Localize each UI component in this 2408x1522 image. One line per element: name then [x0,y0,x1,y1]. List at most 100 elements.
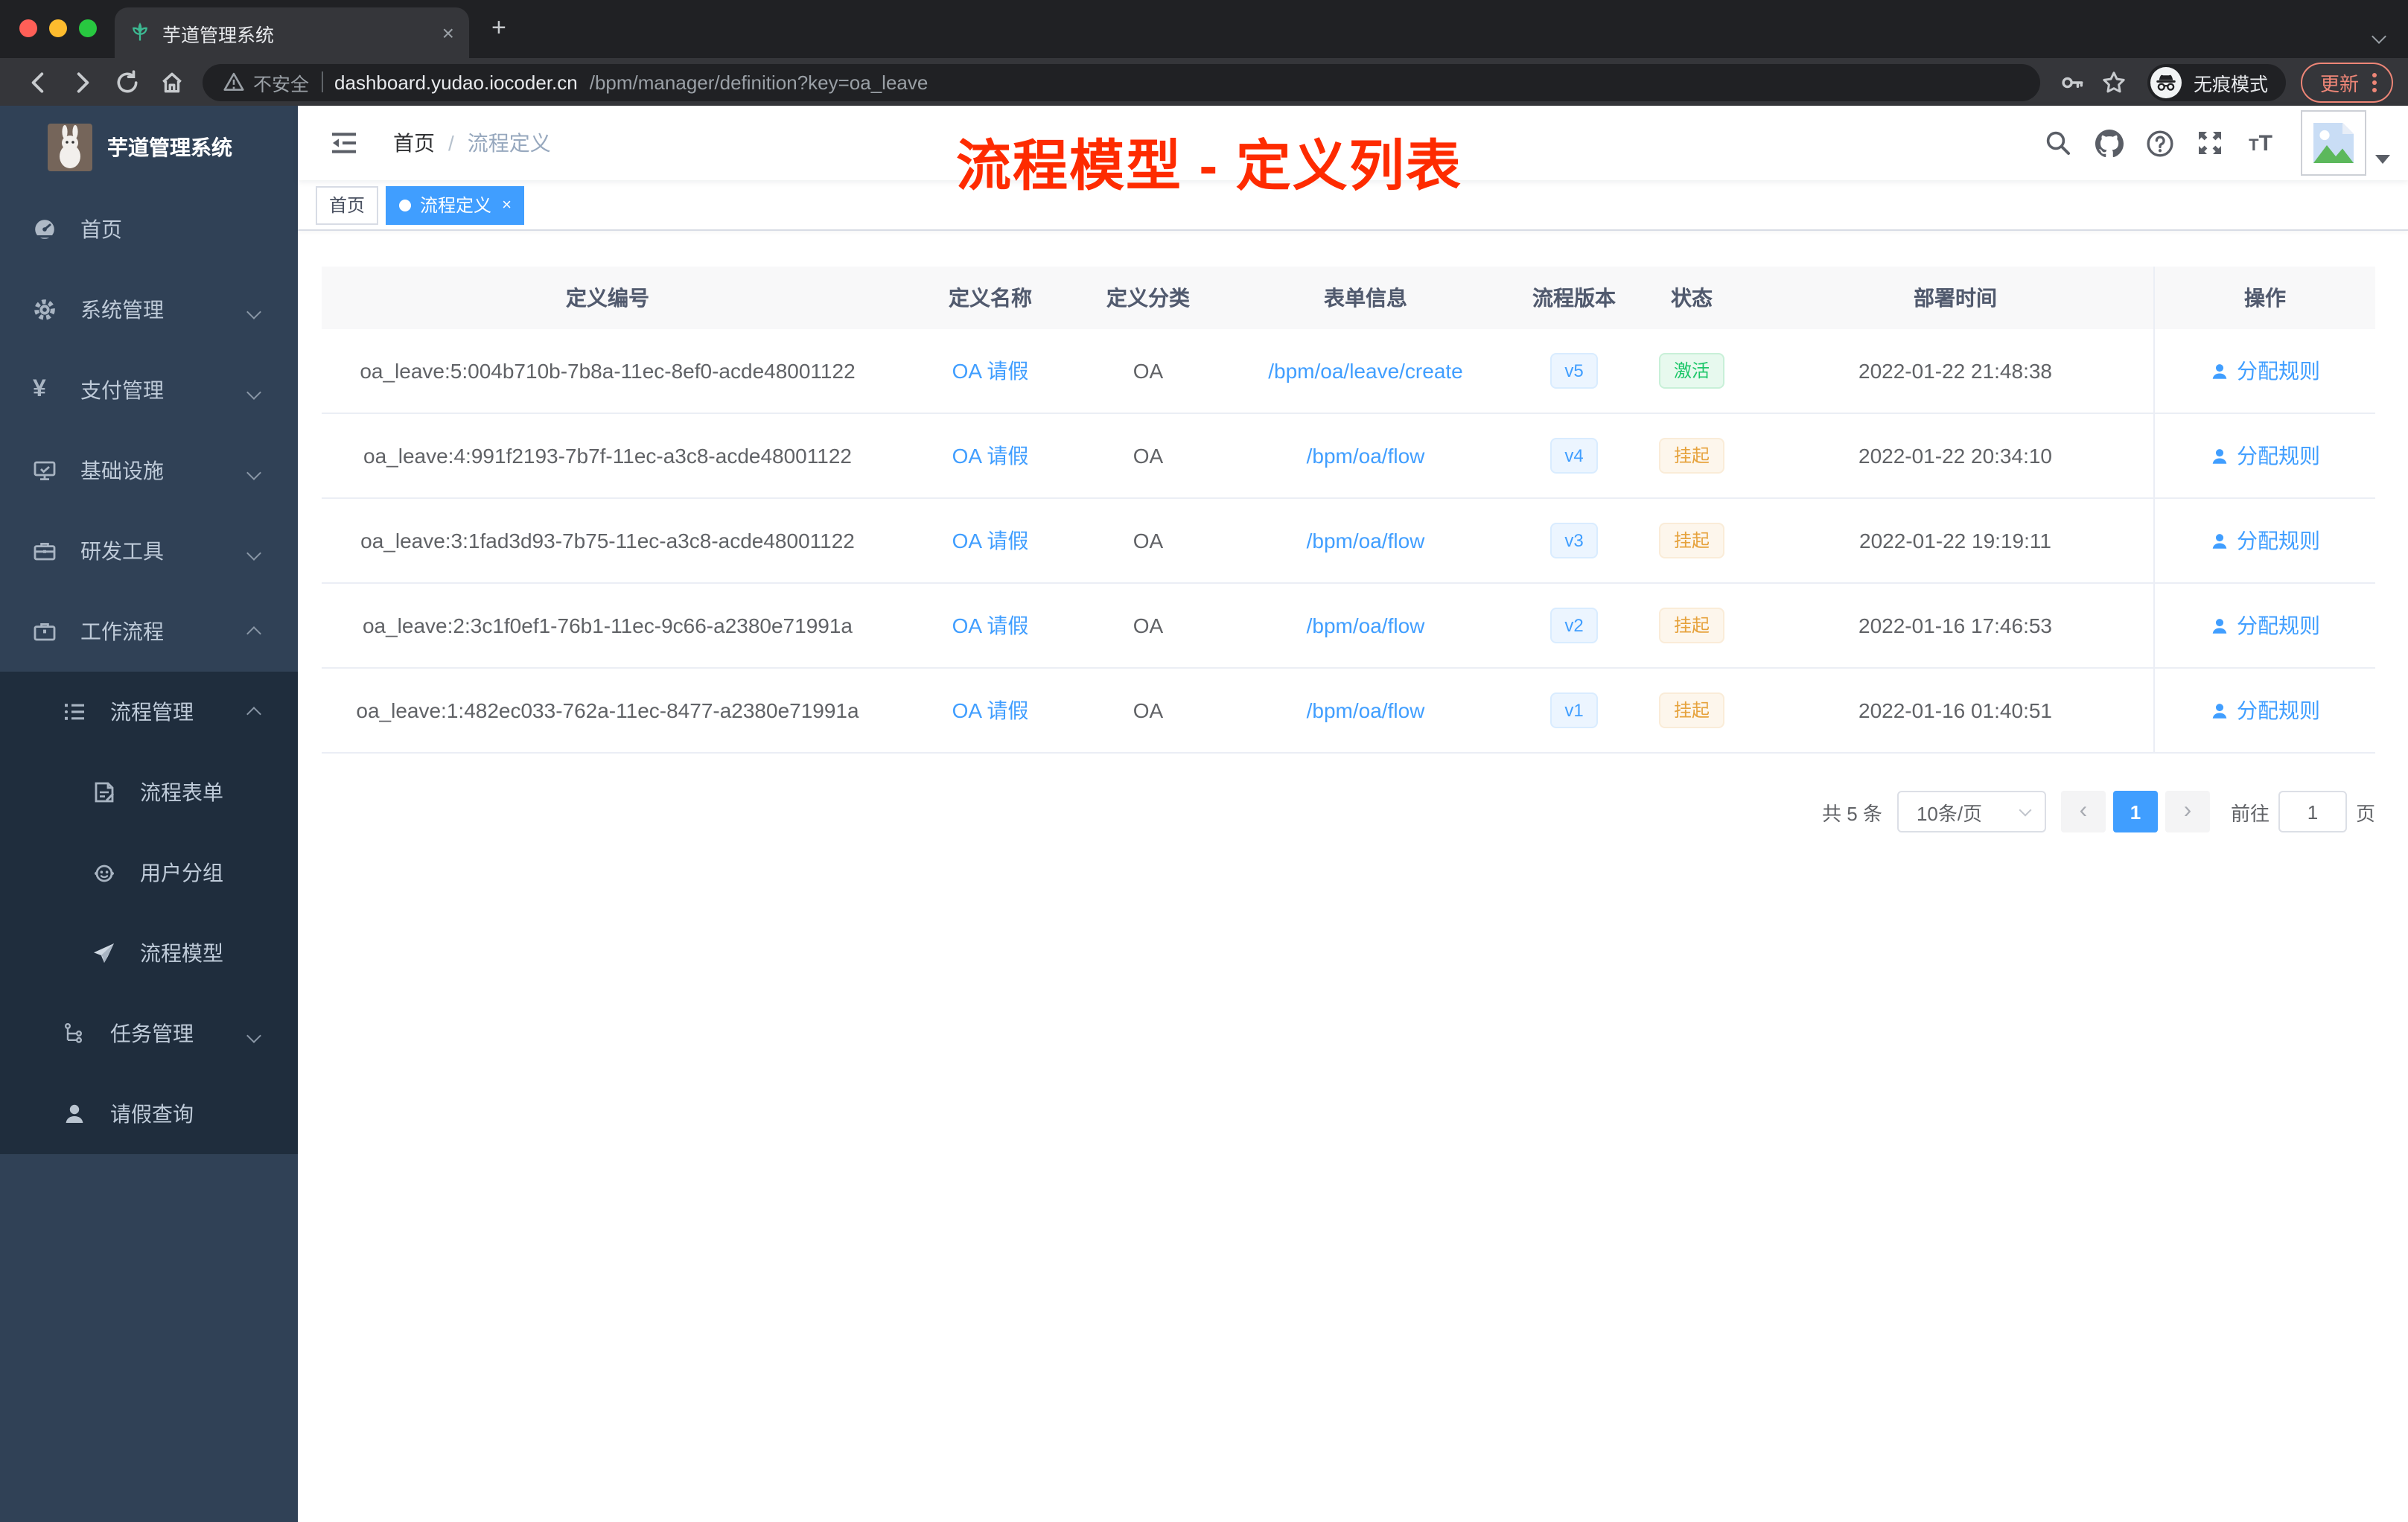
bookmark-star-icon[interactable] [2094,69,2135,95]
password-key-icon[interactable] [2052,69,2094,95]
close-window-button[interactable] [19,19,37,37]
toolbox-icon [33,539,57,563]
breadcrumb: 首页 / 流程定义 [393,128,551,158]
form-link[interactable]: /bpm/oa/flow [1307,529,1425,553]
chevron-down-icon [246,539,261,563]
sidebar-item-process-form[interactable]: 流程表单 [0,752,298,832]
col-header-id: 定义编号 [566,286,649,310]
col-header-form: 表单信息 [1324,286,1407,310]
tab-search-chevron-icon[interactable] [2372,22,2386,49]
assign-rule-label: 分配规则 [2237,529,2320,553]
gear-icon [33,298,57,322]
tag-close-icon[interactable]: × [502,196,512,214]
sidebar-item-system[interactable]: 系统管理 [0,270,298,350]
definition-name-link[interactable]: OA 请假 [952,441,1029,471]
minimize-window-button[interactable] [49,19,67,37]
fullscreen-icon[interactable] [2185,130,2235,156]
tag-label: 流程定义 [420,195,492,216]
sidebar-item-payment[interactable]: ¥ 支付管理 [0,350,298,430]
table-row: oa_leave:3:1fad3d93-7b75-11ec-a3c8-acde4… [322,499,2375,584]
form-link[interactable]: /bpm/oa/flow [1307,614,1425,637]
chrome-update-button[interactable]: 更新 [2300,62,2393,102]
deploy-time: 2022-01-22 19:19:11 [1859,529,2051,553]
assign-rule-link[interactable]: 分配规则 [2210,611,2320,640]
app-logo-row[interactable]: 芋道管理系统 [0,106,298,189]
back-icon[interactable] [15,69,60,95]
home-icon[interactable] [149,69,194,95]
status-badge: 挂起 [1658,438,1724,474]
search-icon[interactable] [2033,130,2083,156]
assign-rule-link[interactable]: 分配规则 [2210,356,2320,386]
sidebar-item-dev-tools[interactable]: 研发工具 [0,511,298,591]
send-icon [92,941,116,965]
forward-icon[interactable] [60,69,104,95]
breadcrumb-current: 流程定义 [467,131,551,155]
briefcase-icon [33,620,57,643]
form-link[interactable]: /bpm/oa/leave/create [1268,359,1463,383]
sidebar-item-label: 系统管理 [80,298,164,322]
goto-page-input[interactable] [2278,791,2347,832]
col-header-status: 状态 [1671,286,1713,310]
page-number-button[interactable]: 1 [2112,791,2158,832]
zoom-window-button[interactable] [79,19,97,37]
sidebar-item-task-management[interactable]: 任务管理 [0,993,298,1074]
sidebar-item-label: 流程管理 [110,700,194,724]
sidebar-item-label: 流程模型 [140,941,223,965]
sidebar-item-process-management[interactable]: 流程管理 [0,672,298,752]
deploy-time: 2022-01-22 21:48:38 [1858,359,2052,383]
reload-icon[interactable] [104,69,149,95]
sidebar-item-leave-query[interactable]: 请假查询 [0,1074,298,1154]
sidebar-collapse-icon[interactable] [316,131,372,155]
assign-rule-label: 分配规则 [2237,698,2320,722]
page-content: 定义编号 定义名称 定义分类 表单信息 流程版本 状态 部署时间 操作 oa_l… [298,231,2408,832]
tag-home[interactable]: 首页 [316,185,379,224]
definition-name-link[interactable]: OA 请假 [952,695,1029,725]
definition-name-link[interactable]: OA 请假 [952,526,1029,555]
list-icon [63,700,86,724]
sidebar-item-label: 工作流程 [80,620,164,643]
table-row: oa_leave:5:004b710b-7b8a-11ec-8ef0-acde4… [322,329,2375,414]
definition-id: oa_leave:5:004b710b-7b8a-11ec-8ef0-acde4… [360,359,856,383]
tab-close-icon[interactable]: × [442,22,454,43]
assign-rule-link[interactable]: 分配规则 [2210,526,2320,555]
assign-rule-label: 分配规则 [2237,614,2320,637]
form-link[interactable]: /bpm/oa/flow [1307,698,1425,722]
avatar-caret-icon[interactable] [2375,155,2390,164]
sidebar-item-user-group[interactable]: 用户分组 [0,832,298,913]
github-icon[interactable] [2083,129,2134,157]
sidebar-item-process-model[interactable]: 流程模型 [0,913,298,993]
definition-name-link[interactable]: OA 请假 [952,611,1029,640]
tag-process-definition[interactable]: 流程定义 × [386,185,525,224]
sidebar-item-label: 支付管理 [80,378,164,402]
main-area: 流程模型 - 定义列表 首页 / 流程定义 TT 首页 流程定义 × 定义编号 … [298,106,2408,1522]
sidebar-item-infrastructure[interactable]: 基础设施 [0,430,298,511]
form-link[interactable]: /bpm/oa/flow [1307,444,1425,468]
chevron-down-icon [246,378,261,402]
new-tab-button[interactable]: + [491,13,506,43]
chevron-down-icon [246,298,261,322]
definition-category: OA [1133,359,1164,383]
assign-rule-link[interactable]: 分配规则 [2210,695,2320,725]
page-size-select[interactable]: 10条/页 [1896,791,2046,832]
security-warning[interactable]: 不安全 [223,68,309,96]
sidebar-item-home[interactable]: 首页 [0,189,298,270]
update-label: 更新 [2319,72,2359,95]
sidebar-item-workflow[interactable]: 工作流程 [0,591,298,672]
prev-page-button[interactable]: ‹ [2060,791,2106,832]
assign-rule-link[interactable]: 分配规则 [2210,441,2320,471]
breadcrumb-home[interactable]: 首页 [393,128,435,158]
sidebar-item-label: 研发工具 [80,539,164,563]
browser-menu-kebab-icon[interactable] [2372,69,2377,95]
deploy-time: 2022-01-16 01:40:51 [1858,698,2052,722]
address-bar[interactable]: 不安全 dashboard.yudao.iocoder.cn/bpm/manag… [203,63,2040,101]
sidebar-item-label: 用户分组 [140,861,223,885]
url-path: /bpm/manager/definition?key=oa_leave [589,71,929,93]
definition-name-link[interactable]: OA 请假 [952,356,1029,386]
browser-tab[interactable]: 芋道管理系统 × [115,7,469,58]
next-page-button[interactable]: › [2165,791,2210,832]
help-icon[interactable] [2134,129,2185,157]
avatar[interactable] [2301,110,2366,176]
monitor-icon [33,459,57,483]
font-size-icon[interactable]: TT [2235,130,2286,156]
chevron-up-icon [246,620,261,643]
